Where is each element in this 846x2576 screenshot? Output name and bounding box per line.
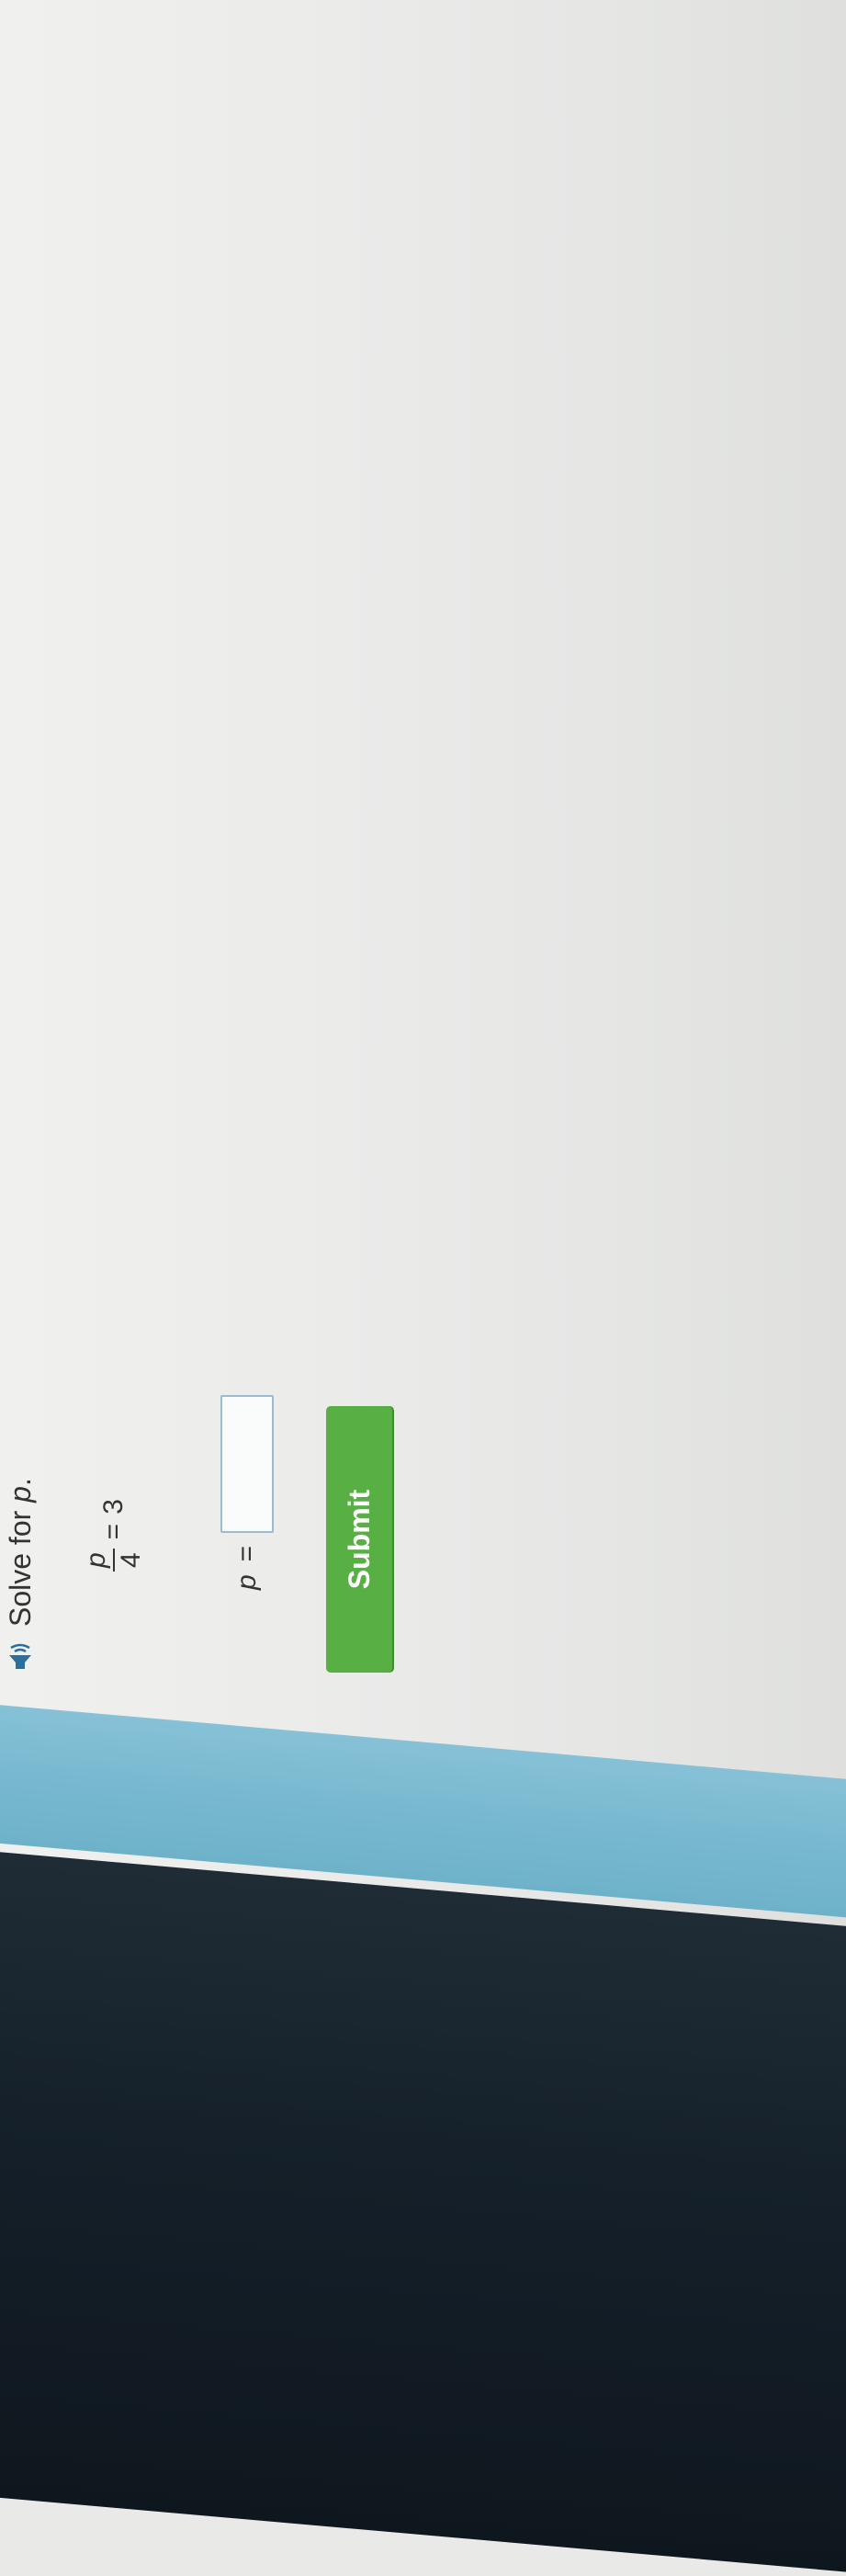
instruction-prefix: Solve for (3, 1502, 37, 1627)
fraction: p 4 (81, 1549, 146, 1572)
answer-input[interactable] (220, 1394, 274, 1533)
answer-row: p = (220, 1394, 274, 1590)
answer-equals: = (231, 1545, 262, 1562)
equation-rhs: 3 (98, 1499, 129, 1515)
question-panel: Solve for p. p 4 = 3 p = Submit (0, 1268, 423, 1673)
instruction-variable: p (3, 1486, 37, 1503)
fraction-denominator: 4 (116, 1552, 146, 1568)
screen-bezel (0, 1847, 846, 2576)
fraction-numerator: p (81, 1549, 115, 1572)
speaker-icon[interactable] (4, 1640, 37, 1673)
equation-operator: = (98, 1523, 129, 1540)
instruction-suffix: . (3, 1478, 37, 1487)
question-instruction: Solve for p. (4, 1478, 38, 1627)
question-header: Solve for p. (0, 1478, 40, 1673)
submit-button[interactable]: Submit (326, 1406, 392, 1673)
answer-variable: p (231, 1574, 262, 1590)
equation: p 4 = 3 (81, 1499, 146, 1572)
